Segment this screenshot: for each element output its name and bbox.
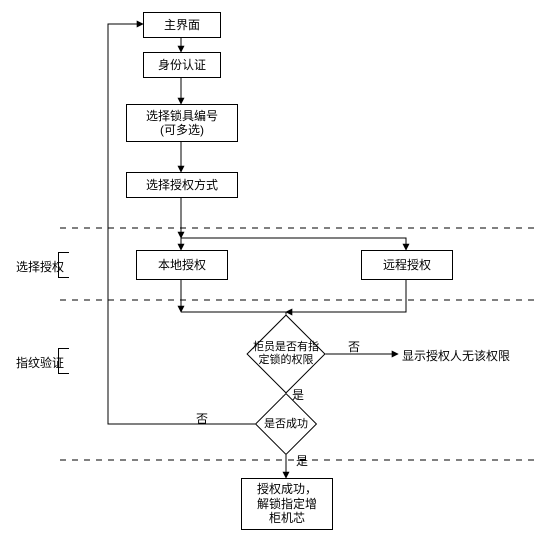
- node-label: 显示授权人无该权限: [402, 349, 510, 363]
- guides: [0, 0, 554, 545]
- node-identity: 身份认证: [143, 52, 221, 78]
- node-select-lock: 选择锁具编号 (可多选): [126, 104, 238, 142]
- node-no-permission: 显示授权人无该权限: [402, 347, 510, 364]
- edge-label-yes: 是: [296, 452, 308, 469]
- node-label: 身份认证: [158, 58, 206, 72]
- node-remote-auth: 远程授权: [361, 250, 453, 280]
- edge-label-no: 否: [196, 410, 208, 427]
- lane-label: 选择授权: [16, 258, 64, 275]
- node-label: 柜员是否有指 定锁的权限: [253, 341, 319, 366]
- node-label: 授权成功， 解锁指定增 柜机芯: [257, 482, 317, 525]
- node-select-auth: 选择授权方式: [126, 172, 238, 198]
- node-label: 远程授权: [383, 258, 431, 272]
- node-label: 主界面: [164, 18, 200, 32]
- node-main-ui: 主界面: [143, 12, 221, 38]
- node-label: 选择授权方式: [146, 178, 218, 192]
- node-label: 本地授权: [158, 258, 206, 272]
- node-label: 是否成功: [264, 418, 308, 431]
- node-success: 是否成功: [264, 402, 308, 446]
- lane-label: 指纹验证: [16, 354, 64, 371]
- edge-label-no: 否: [348, 338, 360, 355]
- node-result: 授权成功， 解锁指定增 柜机芯: [241, 478, 333, 530]
- node-label: 选择锁具编号 (可多选): [146, 109, 218, 138]
- node-local-auth: 本地授权: [136, 250, 228, 280]
- flowchart-stage: 主界面 身份认证 选择锁具编号 (可多选) 选择授权方式 本地授权 远程授权 柜…: [0, 0, 554, 545]
- node-has-permission: 柜员是否有指 定锁的权限: [258, 326, 314, 382]
- edge-label-yes: 是: [292, 386, 304, 403]
